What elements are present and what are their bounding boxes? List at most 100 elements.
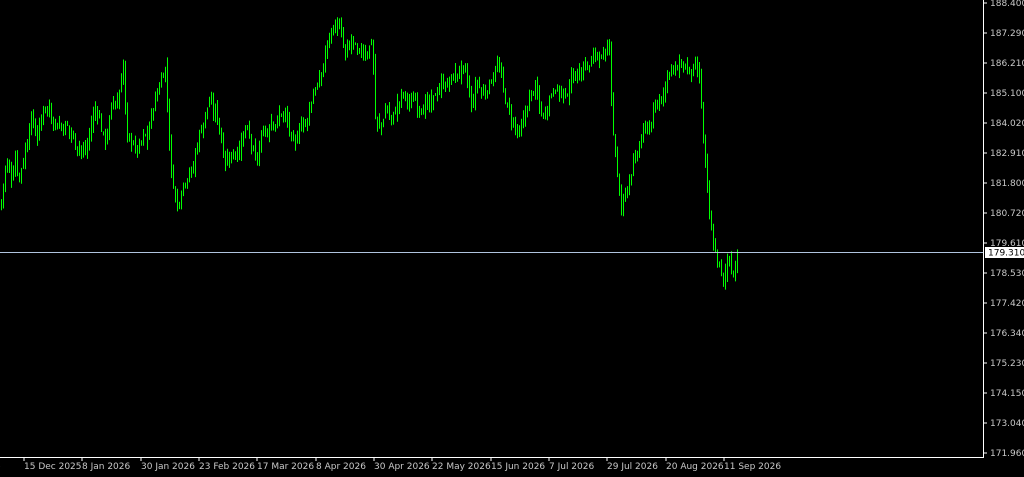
candle-body — [551, 95, 552, 97]
candle — [665, 81, 666, 103]
candle — [127, 102, 128, 143]
candle — [95, 101, 96, 121]
candle — [433, 95, 434, 111]
candle-body — [521, 126, 522, 133]
candle — [545, 106, 546, 120]
candle-body — [609, 42, 610, 51]
candle-body — [155, 96, 156, 111]
candle — [355, 42, 356, 46]
candle — [731, 251, 732, 275]
candle-body — [233, 149, 234, 160]
candle — [725, 263, 726, 290]
candle-body — [411, 100, 412, 102]
candle — [601, 54, 602, 60]
candle — [329, 32, 330, 49]
candle — [509, 97, 510, 115]
candle-body — [505, 89, 506, 104]
candle-body — [71, 130, 72, 134]
candle — [91, 115, 92, 142]
candle-body — [401, 92, 402, 101]
candle — [185, 182, 186, 189]
candle-body — [373, 42, 374, 66]
candle-body — [543, 113, 544, 117]
candle — [317, 82, 318, 90]
candle-body — [493, 77, 494, 82]
x-tick-label: 17 Mar 2026 — [257, 462, 314, 472]
candle — [599, 51, 600, 69]
candle — [637, 150, 638, 162]
candle-body — [629, 179, 630, 188]
candle — [211, 91, 212, 105]
candle — [577, 68, 578, 84]
candle — [463, 65, 464, 75]
candle — [445, 81, 446, 93]
candle — [657, 99, 658, 110]
candle — [179, 201, 180, 210]
candle-body — [97, 110, 98, 115]
candle-body — [391, 115, 392, 120]
candle-body — [349, 44, 350, 49]
candle — [721, 259, 722, 277]
candle-body — [643, 127, 644, 138]
candle-body — [175, 188, 176, 194]
candle — [135, 135, 136, 154]
candle-body — [111, 103, 112, 119]
candle-body — [343, 35, 344, 46]
candle — [397, 93, 398, 122]
candle-body — [187, 179, 188, 185]
candle-body — [57, 123, 58, 130]
candle-body — [579, 70, 580, 80]
candle-body — [145, 134, 146, 136]
candle-body — [529, 96, 530, 111]
candle — [407, 92, 408, 110]
candle-body — [219, 118, 220, 131]
candle-body — [499, 66, 500, 69]
candle — [3, 183, 4, 209]
candle-body — [47, 106, 48, 108]
candle-body — [79, 145, 80, 148]
candle-body — [303, 118, 304, 125]
candle-body — [285, 110, 286, 116]
candle — [483, 83, 484, 96]
candle-body — [63, 126, 64, 134]
candle — [695, 56, 696, 70]
candle — [461, 60, 462, 85]
candle-body — [375, 62, 376, 119]
candle-body — [17, 154, 18, 175]
candle-body — [201, 131, 202, 133]
candle-body — [65, 122, 66, 136]
candle-body — [291, 132, 292, 136]
candle-body — [467, 71, 468, 82]
candle-body — [15, 157, 16, 175]
candle-body — [605, 52, 606, 59]
candle — [263, 125, 264, 137]
candle-body — [649, 124, 650, 133]
candle — [679, 54, 680, 79]
candle — [647, 121, 648, 135]
candle-body — [663, 94, 664, 98]
candle-body — [13, 174, 14, 179]
candle-body — [441, 82, 442, 89]
candle — [437, 87, 438, 102]
candle-body — [423, 111, 424, 115]
candle-body — [73, 133, 74, 136]
candle-body — [573, 75, 574, 82]
candle-body — [485, 92, 486, 97]
candle-body — [363, 51, 364, 56]
candle — [393, 111, 394, 125]
candle — [93, 106, 94, 134]
candle — [257, 152, 258, 166]
candle-body — [333, 30, 334, 33]
candle-body — [621, 192, 622, 207]
candle — [41, 114, 42, 131]
candle-body — [29, 129, 30, 144]
candle — [281, 113, 282, 118]
candle — [295, 134, 296, 151]
candle — [247, 124, 248, 131]
candle-body — [583, 66, 584, 78]
candle-body — [735, 268, 736, 276]
candle — [391, 114, 392, 126]
candle — [223, 132, 224, 158]
candle — [485, 84, 486, 100]
x-tick-label: 15 Dec 2025 — [24, 462, 82, 472]
